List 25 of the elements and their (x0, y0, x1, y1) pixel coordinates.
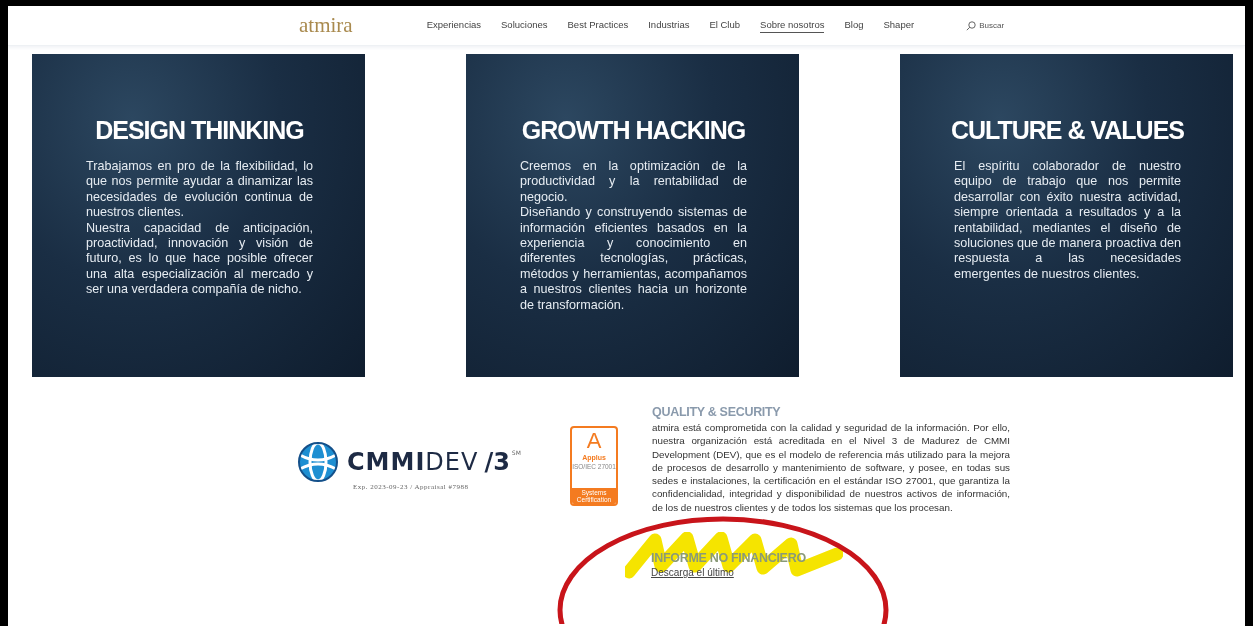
nav-link[interactable]: Blog (844, 18, 864, 33)
nav-link[interactable]: Industrias (648, 18, 690, 33)
badge-letter: A (586, 429, 602, 452)
section-title: QUALITY & SECURITY (652, 405, 782, 419)
card-text: Creemos en la optimización de la productividad y la rentabilidad de negocio. (520, 159, 747, 206)
nav-link[interactable]: Experiencias (426, 18, 482, 33)
card-title: DESIGN THINKING (94, 116, 305, 145)
card-text: El espíritu colaborador de nuestro equipo de trabajo que nos permite desarrollar con éxito nuestra actividad, siempre orientada a resultados y a la rentabilidad, mediantes el diseño de soluciones que de manera proactiva den respuesta a las necesidades emergentes de nuestros clientes. (954, 159, 1181, 283)
nav-link[interactable]: Soluciones (501, 18, 548, 33)
cmmi-name: CMMI (347, 448, 426, 475)
nav-link[interactable]: Sobre nosotros (760, 18, 825, 33)
card-text: Nuestra capacidad de anticipación, proactividad, innovación y visión de futuro, es lo que hace posible ofrecer una alta especialización al mercado y ser una verdadera compañía de nicho. (86, 220, 313, 298)
search-icon[interactable] (966, 20, 977, 31)
download-link[interactable]: Descarga el último (651, 567, 806, 579)
nav-link[interactable]: Best Practices (567, 18, 629, 33)
card-text: Diseñando y construyendo sistemas de información eficientes basados en la experiencia y conocimiento en diferentes tecnologías, prácticas, métodos y herramientas, acompañamos a nuestros clientes hacia un horizonte de transformación. (520, 205, 747, 314)
globe-icon (297, 440, 339, 483)
card-title: CULTURE & VALUES (949, 116, 1186, 145)
card-text: Trabajamos en pro de la flexibilidad, lo que nos permite ayudar a dinamizar las necesidades de evolución continua de nuestros clientes. (86, 159, 313, 221)
cmmi-suffix: DEV (425, 448, 479, 475)
nav-link[interactable]: Shaper (883, 18, 915, 33)
card-title: GROWTH HACKING (520, 116, 747, 145)
nav-link[interactable]: El Club (709, 18, 741, 33)
section-text: atmira está comprometida con la calidad y seguridad de la información. Por ello, nuestra organización está acreditada en el Nivel 3 de Madurez de CMMI Development (DEV), que es el modelo de referencia más utilizado para la mejora de procesos de desarrollo y mantenimiento de software, y posee, en todas sus sedes e instalaciones, la certificación en el estándar ISO 27001, que garantiza la confidencialidad, integridad y disponibilidad de nuestros activos de información, de los de nuestros clientes y de todos los sistemas que los procesan. (652, 421, 1010, 515)
cmmi-level: /3 (484, 448, 510, 475)
